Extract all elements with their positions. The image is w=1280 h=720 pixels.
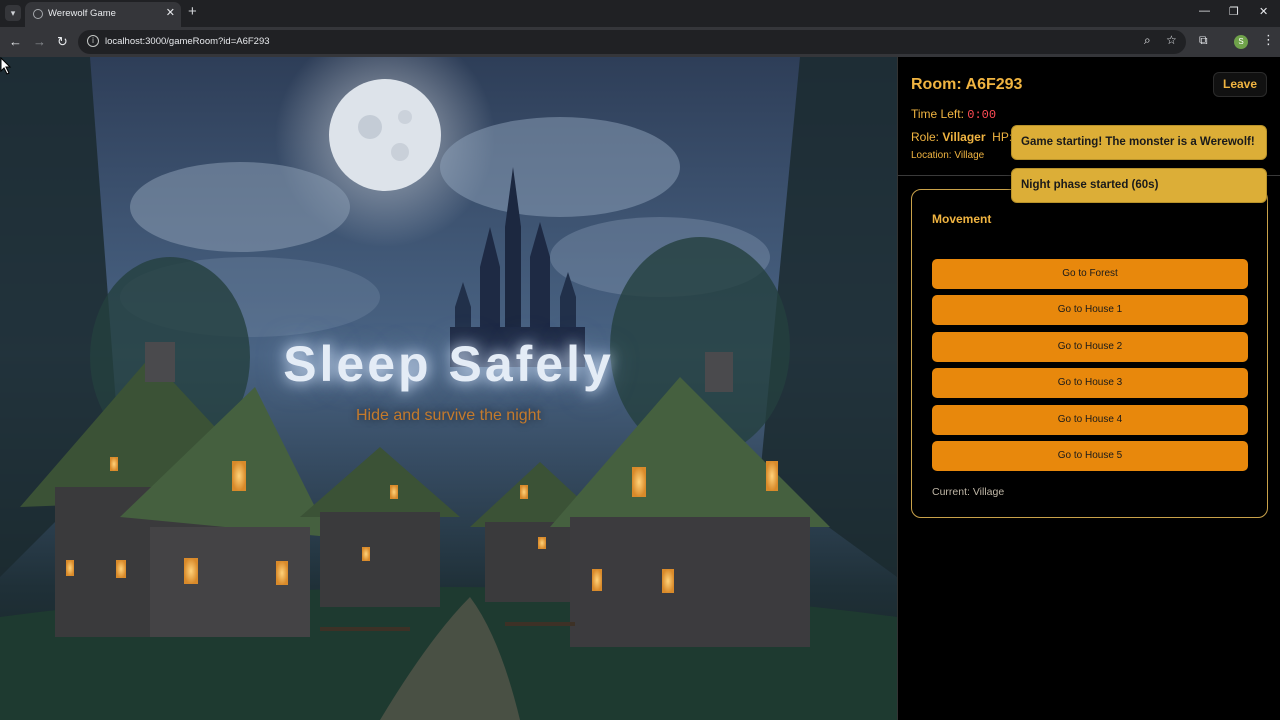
browser-tab-bar: ▾ Werewolf Game ✕ + — ❐ ✕ bbox=[0, 0, 1280, 27]
notification-toast[interactable]: Game starting! The monster is a Werewolf… bbox=[1011, 125, 1267, 160]
scene-title: Sleep Safely bbox=[283, 336, 614, 392]
restore-icon[interactable]: ❐ bbox=[1229, 5, 1239, 18]
site-info-icon[interactable]: i bbox=[87, 35, 99, 47]
role-value: Villager bbox=[942, 130, 986, 144]
time-left-label: Time Left: bbox=[911, 107, 964, 121]
room-title: Room: A6F293 bbox=[911, 76, 1023, 93]
cursor-icon bbox=[0, 57, 12, 75]
notification-toast[interactable]: Night phase started (60s) bbox=[1011, 168, 1267, 203]
game-scene: Sleep Safely Hide and survive the night bbox=[0, 57, 897, 720]
role-info: Role: Villager HP: bbox=[911, 130, 1012, 144]
forward-icon[interactable]: → bbox=[33, 34, 46, 49]
browser-toolbar: ← → ↻ i localhost:3000/gameRoom?id=A6F29… bbox=[0, 27, 1280, 57]
movement-title: Movement bbox=[932, 212, 992, 226]
address-bar[interactable]: i localhost:3000/gameRoom?id=A6F293 bbox=[78, 30, 1186, 54]
go-to-house-1-button[interactable]: Go to House 1 bbox=[932, 295, 1248, 325]
reload-icon[interactable]: ↻ bbox=[57, 34, 68, 50]
scene-subtitle: Hide and survive the night bbox=[356, 407, 541, 424]
back-icon[interactable]: ← bbox=[9, 34, 22, 49]
tab-title: Werewolf Game bbox=[48, 8, 116, 19]
zoom-icon[interactable]: ⌕ bbox=[1144, 33, 1151, 48]
go-to-house-2-button[interactable]: Go to House 2 bbox=[932, 332, 1248, 362]
hp-label: HP: bbox=[992, 130, 1013, 144]
go-to-house-4-button[interactable]: Go to House 4 bbox=[932, 405, 1248, 435]
url-text: localhost:3000/gameRoom?id=A6F293 bbox=[105, 36, 270, 47]
star-icon[interactable]: ☆ bbox=[1166, 33, 1177, 47]
location-text: Location: Village bbox=[911, 150, 985, 161]
window-close-icon[interactable]: ✕ bbox=[1259, 5, 1268, 18]
leave-button[interactable]: Leave bbox=[1213, 72, 1267, 97]
profile-avatar[interactable]: S bbox=[1234, 35, 1248, 49]
game-sidebar: Room: A6F293 Leave Time Left: 0:00 Role:… bbox=[897, 57, 1280, 720]
globe-icon bbox=[33, 9, 43, 19]
menu-icon[interactable]: ⋮ bbox=[1262, 32, 1275, 48]
new-tab-icon[interactable]: + bbox=[188, 3, 197, 20]
tab-list-icon[interactable]: ▾ bbox=[5, 5, 21, 21]
go-to-forest-button[interactable]: Go to Forest bbox=[932, 259, 1248, 289]
role-label: Role: bbox=[911, 130, 940, 144]
time-left: Time Left: 0:00 bbox=[911, 107, 996, 122]
time-left-value: 0:00 bbox=[967, 108, 997, 122]
browser-tab[interactable]: Werewolf Game ✕ bbox=[25, 2, 181, 27]
close-icon[interactable]: ✕ bbox=[166, 6, 175, 19]
current-location: Current: Village bbox=[932, 486, 1005, 498]
extensions-icon[interactable]: ⧉ bbox=[1199, 33, 1208, 48]
movement-panel: Movement Go to Forest Go to House 1 Go t… bbox=[911, 189, 1268, 518]
minimize-icon[interactable]: — bbox=[1199, 5, 1210, 17]
go-to-house-3-button[interactable]: Go to House 3 bbox=[932, 368, 1248, 398]
go-to-house-5-button[interactable]: Go to House 5 bbox=[932, 441, 1248, 471]
